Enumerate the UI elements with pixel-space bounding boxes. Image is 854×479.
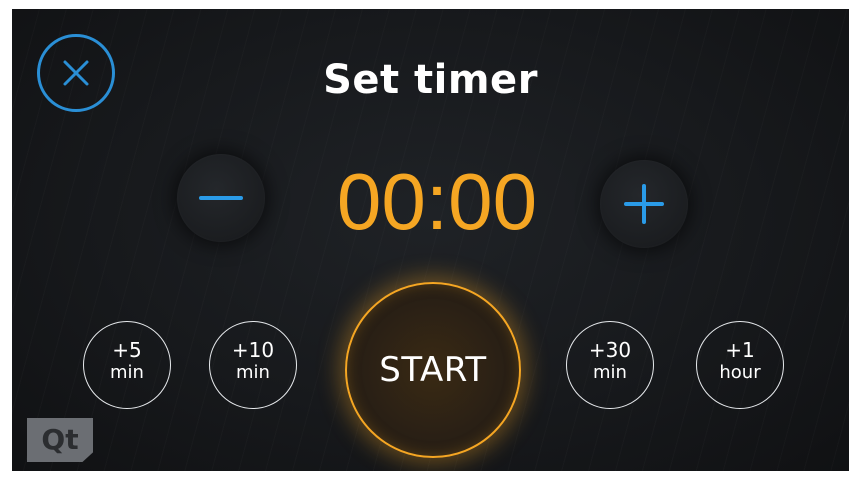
quick-add-amount: +10 [231,338,275,362]
decrease-button[interactable] [177,154,265,242]
page-title: Set timer [323,57,538,103]
quick-add-unit: hour [719,362,761,383]
qt-logo: Qt [27,418,93,462]
quick-add-amount: +30 [588,338,632,362]
quick-add-unit: min [110,362,144,383]
add-10-min-button[interactable]: +10 min [209,321,297,409]
start-button[interactable]: START [345,282,521,458]
start-label: START [379,350,487,390]
increase-button[interactable] [600,160,688,248]
add-30-min-button[interactable]: +30 min [566,321,654,409]
minus-icon [199,196,243,200]
add-5-min-button[interactable]: +5 min [83,321,171,409]
add-1-hour-button[interactable]: +1 hour [696,321,784,409]
quick-add-amount: +1 [725,338,755,362]
quick-add-amount: +5 [112,338,142,362]
quick-add-unit: min [236,362,270,383]
quick-add-unit: min [593,362,627,383]
timer-display: 00:00 [336,157,538,246]
timer-screen: Set timer 00:00 +5 min +10 min START +30… [12,9,849,471]
plus-icon [624,184,664,224]
